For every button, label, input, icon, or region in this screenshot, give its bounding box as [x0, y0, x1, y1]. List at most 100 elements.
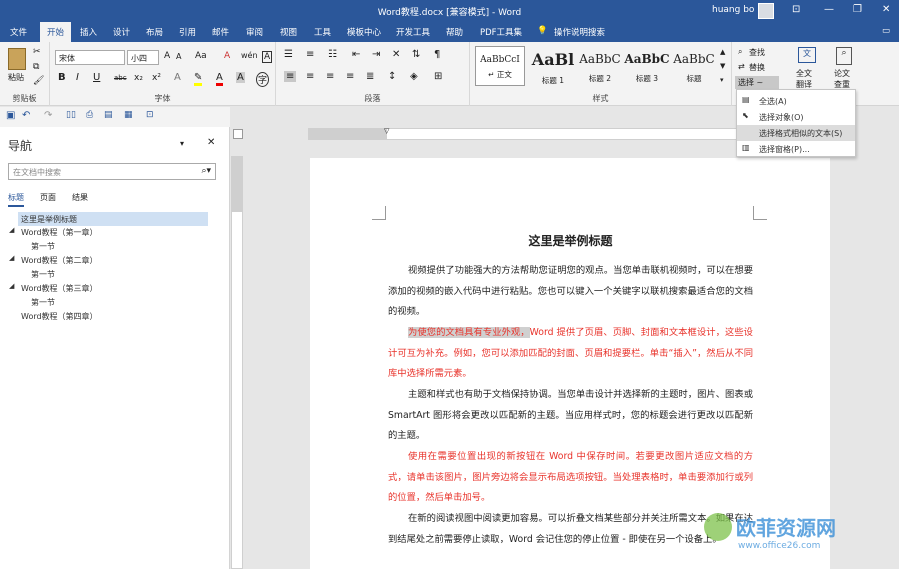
tab-tools[interactable]: 工具 — [314, 26, 331, 38]
align-center-icon[interactable]: ≡ — [306, 71, 314, 82]
font-name-select[interactable]: 宋体 — [55, 50, 125, 65]
font-color-icon[interactable]: A — [216, 72, 223, 86]
paragraph-4[interactable]: 使用在需要位置出现的新按钮在 Word 中保存时间。若要更改图片适应文档的方式，… — [388, 447, 753, 509]
nav-search-input[interactable]: 在文档中搜索 ⌕▾ — [8, 163, 216, 180]
paragraph-5[interactable]: 在新的阅读视图中阅读更加容易。可以折叠文档某些部分并关注所需文本。如果在达到结尾… — [388, 509, 753, 569]
tree-item[interactable]: Word教程（第一章） — [21, 227, 98, 238]
tab-pdf-tools[interactable]: PDF工具集 — [480, 26, 522, 38]
phonetic-guide-icon[interactable]: wén — [241, 51, 258, 60]
menu-select-all[interactable]: ▤ 全选(A) — [737, 93, 855, 109]
tab-references[interactable]: 引用 — [179, 26, 196, 38]
numbering-icon[interactable]: ≡ — [306, 49, 314, 60]
expand-icon[interactable]: ◢ — [9, 282, 14, 290]
tree-item[interactable]: 第一节 — [31, 269, 55, 280]
document-heading[interactable]: 这里是举例标题 — [388, 232, 753, 249]
align-left-icon[interactable]: ≡ — [284, 71, 297, 82]
justify-icon[interactable]: ≡ — [346, 71, 354, 82]
expand-icon[interactable]: ◢ — [9, 226, 14, 234]
paragraph-3[interactable]: 主题和样式也有助于文档保持协调。当您单击设计并选择新的主题时，图片、图表或 Sm… — [388, 385, 753, 447]
nav-close-icon[interactable]: ✕ — [207, 137, 215, 148]
shading-icon[interactable]: ◈ — [410, 71, 418, 82]
sort-icon[interactable]: ⇅ — [412, 49, 420, 60]
tab-layout[interactable]: 布局 — [146, 26, 163, 38]
indent-marker-icon[interactable]: ▽ — [384, 127, 389, 135]
style-normal[interactable]: AaBbCcI ↵ 正文 — [475, 46, 525, 86]
enclose-characters-icon[interactable]: 字 — [256, 72, 270, 87]
paper-check-label[interactable]: 论文 — [834, 68, 850, 79]
menu-select-objects[interactable]: ⬉ 选择对象(O) — [737, 109, 855, 125]
format-painter-icon[interactable]: 🖌 — [33, 76, 44, 86]
strikethrough-button[interactable]: abc — [114, 74, 127, 82]
styles-scroll-up-icon[interactable]: ▲ — [720, 48, 725, 56]
select-button[interactable]: 选择 ~ — [735, 76, 779, 89]
find-icon[interactable]: ⌕ — [738, 47, 742, 57]
avatar[interactable] — [758, 3, 774, 19]
styles-scroll-down-icon[interactable]: ▼ — [720, 62, 725, 70]
text-effects-icon[interactable]: A — [174, 72, 181, 83]
nav-options-icon[interactable]: ▾ — [180, 139, 184, 148]
change-case-button[interactable]: Aa — [195, 51, 207, 61]
tree-item[interactable]: 这里是举例标题 — [18, 212, 208, 226]
tab-file[interactable]: 文件 — [10, 26, 27, 38]
ribbon-display-options-icon[interactable]: ⊡ — [792, 4, 800, 15]
paper-check-icon[interactable]: ⌕ — [836, 47, 852, 65]
tree-item[interactable]: 第一节 — [31, 297, 55, 308]
document-page[interactable]: 这里是举例标题 视频提供了功能强大的方法帮助您证明您的观点。当您单击联机视频时，… — [310, 158, 830, 569]
highlight-color-icon[interactable]: ✎ — [194, 72, 203, 86]
tree-item[interactable]: Word教程（第三章） — [21, 283, 98, 294]
comments-icon[interactable]: ▭ — [882, 26, 890, 36]
redo-icon[interactable]: ↷ — [44, 110, 52, 121]
subscript-button[interactable]: x₂ — [134, 73, 143, 83]
superscript-button[interactable]: x² — [152, 73, 161, 83]
line-spacing-icon[interactable]: ↕ — [388, 71, 396, 82]
char-border-icon[interactable]: A — [262, 51, 273, 63]
user-name[interactable]: huang bo — [712, 5, 754, 15]
tab-insert[interactable]: 插入 — [80, 26, 97, 38]
translate-icon[interactable]: 文 — [798, 47, 816, 63]
show-marks-icon[interactable]: ¶ — [434, 49, 440, 60]
borders-icon[interactable]: ⊞ — [434, 71, 442, 82]
tab-selector[interactable] — [233, 129, 243, 139]
open-icon[interactable]: ▦ — [124, 110, 133, 120]
paste-icon[interactable] — [8, 48, 26, 70]
restore-button[interactable]: ❐ — [853, 4, 862, 15]
bold-button[interactable]: B — [58, 72, 66, 83]
tree-item[interactable]: Word教程（第四章） — [21, 311, 98, 322]
decrease-indent-icon[interactable]: ⇤ — [352, 49, 360, 60]
nav-tab-results[interactable]: 结果 — [72, 192, 88, 203]
find-button[interactable]: 查找 — [749, 47, 765, 58]
style-title[interactable]: AaBbC 标题 — [669, 46, 719, 86]
tab-view[interactable]: 视图 — [280, 26, 297, 38]
menu-selection-pane[interactable]: ▥ 选择窗格(P)... — [737, 141, 855, 157]
clear-formatting-icon[interactable]: A — [224, 51, 230, 61]
distributed-icon[interactable]: ≣ — [366, 71, 374, 82]
shrink-font-icon[interactable]: A — [176, 52, 181, 61]
minimize-button[interactable]: — — [824, 4, 834, 15]
paragraph-1[interactable]: 视频提供了功能强大的方法帮助您证明您的观点。当您单击联机视频时，可以在想要添加的… — [388, 261, 753, 323]
italic-button[interactable]: I — [76, 72, 79, 83]
undo-icon[interactable]: ↶ — [22, 110, 30, 121]
underline-button[interactable]: U — [93, 72, 100, 83]
menu-select-similar-formatting[interactable]: 选择格式相似的文本(S) — [737, 125, 855, 141]
style-heading-2[interactable]: AaBbC 标题 2 — [575, 46, 625, 86]
tell-me-search[interactable]: 操作说明搜索 — [554, 26, 605, 38]
char-shading-icon[interactable]: A — [236, 72, 245, 83]
tab-template-center[interactable]: 模板中心 — [347, 26, 381, 38]
nav-tab-headings[interactable]: 标题 — [8, 192, 24, 207]
bullets-icon[interactable]: ☰ — [284, 49, 293, 60]
styles-more-icon[interactable]: ▾ — [720, 76, 724, 84]
chinese-layout-icon[interactable]: ✕ — [392, 49, 400, 60]
customize-qat-icon[interactable]: ⊡ — [146, 110, 154, 120]
tab-mailings[interactable]: 邮件 — [212, 26, 229, 38]
two-pages-icon[interactable]: ▯▯ — [66, 110, 76, 120]
selected-text[interactable]: 为使您的文档具有专业外观， — [408, 327, 530, 338]
paragraph-2[interactable]: 为使您的文档具有专业外观，Word 提供了页眉、页脚、封面和文本框设计，这些设计… — [388, 323, 753, 385]
tab-help[interactable]: 帮助 — [446, 26, 463, 38]
tab-review[interactable]: 审阅 — [246, 26, 263, 38]
vertical-ruler[interactable] — [231, 156, 243, 569]
style-heading-3[interactable]: AaBbC 标题 3 — [622, 46, 672, 86]
nav-tab-pages[interactable]: 页面 — [40, 192, 56, 203]
multilevel-list-icon[interactable]: ☷ — [328, 49, 337, 60]
cut-icon[interactable]: ✂ — [33, 47, 41, 57]
tree-item[interactable]: 第一节 — [31, 241, 55, 252]
